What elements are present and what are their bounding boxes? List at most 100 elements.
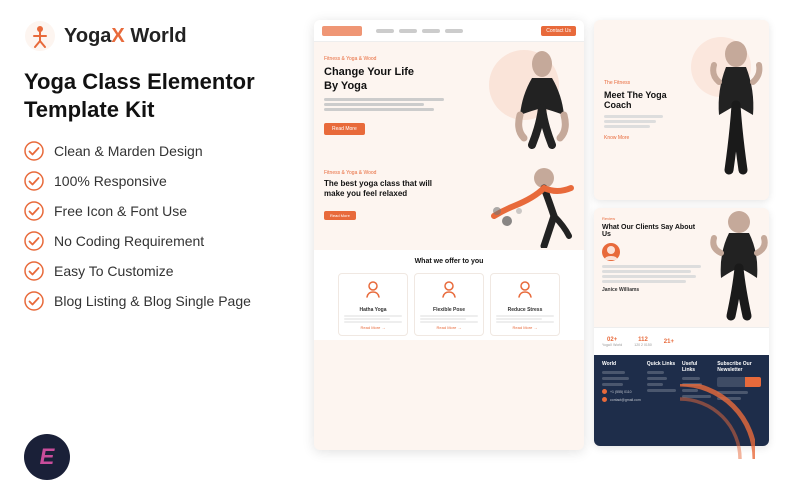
footer-link [647, 377, 667, 380]
footer-input-row [717, 377, 761, 387]
footer-col-subscribe: Subscribe Our Newsletter [717, 361, 761, 440]
footer-contact-dot [602, 397, 607, 402]
nav-link [376, 29, 394, 33]
tp-desc-line [604, 120, 656, 123]
nav-link [399, 29, 417, 33]
offer-card-link: Read More → [420, 325, 478, 330]
top-preview-content: The Fitness Meet The Yoga Coach Know Mor… [594, 20, 769, 200]
nav-link [445, 29, 463, 33]
check-icon [24, 231, 44, 251]
product-title: Yoga Class Elementor Template Kit [24, 68, 294, 123]
footer-link [602, 377, 629, 380]
footer-link [682, 389, 698, 392]
section2-yoga-figure [489, 166, 579, 248]
footer-link [647, 371, 665, 374]
offer-card-title: Flexible Pose [420, 307, 478, 313]
left-panel: YogaX World Yoga Class Elementor Templat… [24, 20, 294, 480]
feature-item: Clean & Marden Design [24, 141, 294, 161]
footer-link [602, 371, 625, 374]
tp-heading: Meet The Yoga Coach [604, 90, 669, 110]
test-avatar [602, 243, 620, 261]
footer-email-input[interactable] [717, 377, 745, 387]
tp-desc-line [604, 115, 663, 118]
yoga-side-figure [709, 208, 769, 327]
check-icon [24, 201, 44, 221]
footer-contact-text: contact@gmail.com [610, 398, 641, 402]
preview-bottom: Review What Our Clients Say About Us [594, 208, 769, 446]
footer-link [717, 391, 748, 394]
check-icon [24, 291, 44, 311]
logo-area: YogaX World [24, 20, 294, 52]
footer-link [717, 397, 741, 400]
footer-link [682, 383, 702, 386]
hero-btn: Read More [324, 123, 365, 135]
preview-section2: Fitness & Yoga & Wood The best yoga clas… [314, 162, 584, 250]
offer-icon [515, 279, 535, 299]
footer-link [647, 389, 676, 392]
test-name: Janice Williams [602, 287, 701, 293]
feature-item: Easy To Customize [24, 261, 294, 281]
section2-btn: Read More [324, 211, 356, 220]
footer-col-title: Quick Links [647, 361, 676, 367]
preview-navbar: Contact Us [314, 20, 584, 42]
preview-nav-logo [322, 26, 362, 36]
footer-col-title: Useful Links [682, 361, 711, 373]
footer-col-title: Subscribe Our Newsletter [717, 361, 761, 373]
test-desc-line [602, 265, 701, 268]
preview-stack: The Fitness Meet The Yoga Coach Know Mor… [594, 20, 769, 480]
section2-heading: The best yoga class that will make you f… [324, 179, 444, 200]
feature-item: 100% Responsive [24, 171, 294, 191]
check-icon [24, 261, 44, 281]
offer-card-link: Read More → [496, 325, 554, 330]
elementor-e-label: E [40, 444, 55, 470]
logo-text: YogaX World [64, 25, 187, 48]
right-panel: Contact Us Fitness & Yoga & Wood Change … [314, 20, 769, 480]
feature-item: Free Icon & Font Use [24, 201, 294, 221]
yoga-logo-icon [24, 20, 56, 52]
stat-item: 02+ YogaX World [602, 337, 622, 347]
hero-yoga-figure [512, 50, 572, 155]
footer-col-world: World +1 (555) 0110 contact@gmail.com [602, 361, 641, 440]
main-container: YogaX World Yoga Class Elementor Templat… [0, 0, 793, 500]
test-desc-line [602, 280, 686, 283]
preview-main: Contact Us Fitness & Yoga & Wood Change … [314, 20, 584, 450]
offer-card: Hatha Yoga Read More → [338, 273, 408, 336]
stat-item: 21+ [664, 339, 674, 345]
features-list: Clean & Marden Design 100% Responsive Fr… [24, 141, 294, 311]
footer-contact-email: contact@gmail.com [602, 397, 641, 402]
stat-num: 21+ [664, 339, 674, 345]
bottom-preview-top: Review What Our Clients Say About Us [594, 208, 769, 327]
testimonial-section: Review What Our Clients Say About Us [594, 208, 709, 327]
top-preview-right [679, 20, 769, 200]
offer-icon [363, 279, 383, 299]
preview-nav-btn: Contact Us [541, 26, 576, 36]
stat-label: 120 2 0150 [634, 343, 652, 347]
footer-contact-phone: +1 (555) 0110 [602, 389, 641, 394]
footer-col-usefullinks: Useful Links [682, 361, 711, 440]
stat-item: 112 120 2 0150 [634, 337, 652, 347]
offer-card-title: Hatha Yoga [344, 307, 402, 313]
top-preview-left: The Fitness Meet The Yoga Coach Know Mor… [594, 20, 679, 200]
bottom-left: E [24, 414, 294, 480]
offer-title: What we offer to you [324, 258, 574, 265]
footer-col-quicklinks: Quick Links [647, 361, 676, 440]
offer-icon [439, 279, 459, 299]
footer-link [602, 383, 623, 386]
offer-card-desc [420, 315, 478, 323]
offer-card: Reduce Stress Read More → [490, 273, 560, 336]
stats-row: 02+ YogaX World 112 120 2 0150 21+ [594, 327, 769, 355]
tp-tag: The Fitness [604, 80, 669, 86]
check-icon [24, 171, 44, 191]
offer-card-link: Read More → [344, 325, 402, 330]
preview-top: The Fitness Meet The Yoga Coach Know Mor… [594, 20, 769, 200]
footer-col-title: World [602, 361, 641, 367]
feature-item: Blog Listing & Blog Single Page [24, 291, 294, 311]
test-desc-line [602, 270, 691, 273]
tp-link: Know More [604, 135, 669, 141]
test-desc-line [602, 275, 696, 278]
stat-label: YogaX World [602, 343, 622, 347]
footer-subscribe-btn[interactable] [745, 377, 761, 387]
preview-hero: Fitness & Yoga & Wood Change Your Life B… [314, 42, 584, 162]
test-tag: Review [602, 216, 701, 221]
footer-contact-dot [602, 389, 607, 394]
